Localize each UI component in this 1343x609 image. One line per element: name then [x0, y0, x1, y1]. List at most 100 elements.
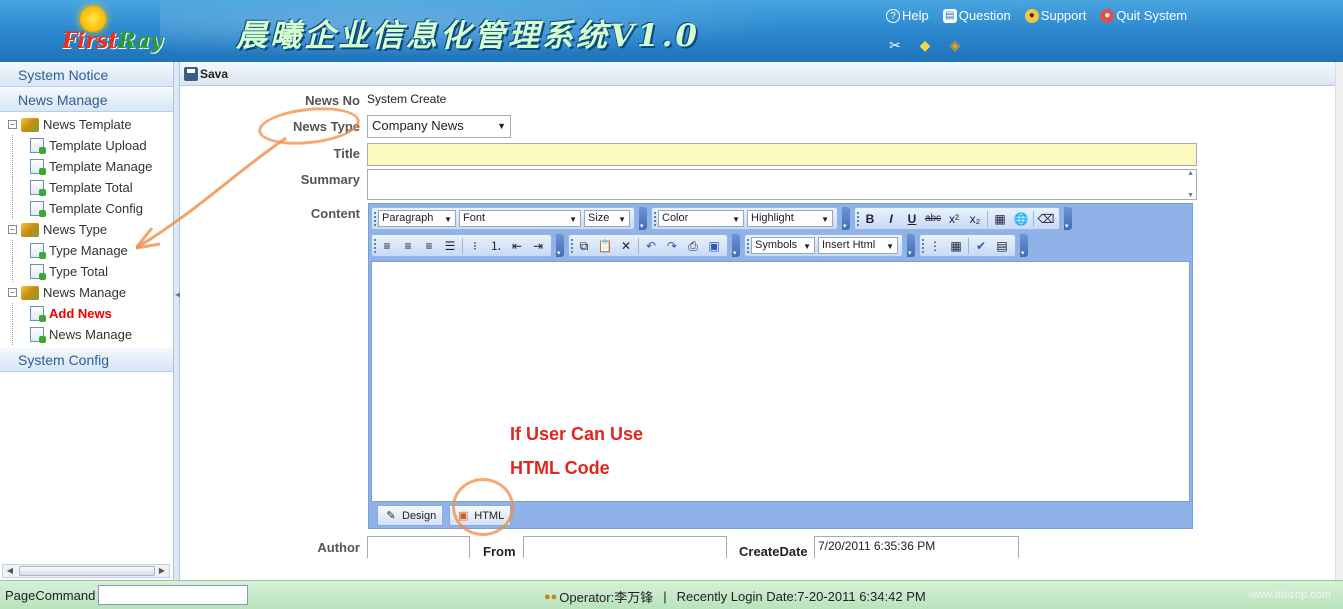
toolbar-overflow[interactable]	[732, 234, 740, 257]
pencil-icon: ✎	[386, 509, 396, 522]
palette-icon[interactable]: ◆	[916, 36, 934, 54]
align-center-icon[interactable]: ≡	[399, 237, 417, 255]
cut-icon[interactable]: ✕	[617, 237, 635, 255]
main-toolbar: Sava	[180, 62, 1343, 86]
editor-content-area[interactable]	[371, 261, 1190, 502]
numbered-list-icon[interactable]: ⒈	[487, 237, 505, 255]
italic-icon[interactable]: I	[882, 210, 900, 228]
watermark: www.ttbizop.com	[1248, 589, 1331, 601]
symbols-dropdown[interactable]: Symbols ▼	[751, 237, 815, 254]
summary-textarea[interactable]: ▲ ▼	[367, 169, 1197, 200]
scroll-left-icon[interactable]: ◀	[3, 565, 17, 577]
tree-node-news-manage[interactable]: − News Manage	[0, 282, 173, 303]
scroll-thumb[interactable]	[19, 566, 155, 576]
bold-icon[interactable]: B	[861, 210, 879, 228]
quit-link[interactable]: ● Quit System	[1100, 8, 1187, 23]
justify-icon[interactable]: ☰	[441, 237, 459, 255]
underline-icon[interactable]: U	[903, 210, 921, 228]
scroll-right-icon[interactable]: ▶	[155, 565, 169, 577]
annotation-circle-html	[452, 478, 514, 536]
news-no-label: News No	[305, 93, 360, 108]
outdent-icon[interactable]: ⇤	[508, 237, 526, 255]
collapse-icon[interactable]: −	[8, 225, 17, 234]
help-link[interactable]: ? Help	[886, 8, 929, 23]
table-icon[interactable]: ▦	[991, 210, 1009, 228]
strikethrough-icon[interactable]: abc	[924, 210, 942, 228]
align-right-icon[interactable]: ≡	[420, 237, 438, 255]
indent-icon[interactable]: ⇥	[529, 237, 547, 255]
toolbar-overflow[interactable]	[639, 207, 647, 230]
spellcheck-icon[interactable]: ✔	[972, 237, 990, 255]
insert-group: Symbols ▼ Insert Html ▼	[744, 234, 903, 257]
toolbar-overflow[interactable]	[556, 234, 564, 257]
books-icon	[21, 222, 39, 237]
toolbar-overflow[interactable]	[1020, 234, 1028, 257]
page-icon	[30, 306, 46, 322]
collapse-icon[interactable]: −	[8, 288, 17, 297]
tools-icon[interactable]: ✂	[886, 36, 904, 54]
editor-toolbar-row-1: Paragraph▼ Font▼ Size▼ Color▼ Highlight▼…	[369, 205, 1076, 232]
print-icon[interactable]: ⎙	[684, 237, 702, 255]
font-dropdown[interactable]: Font ▼	[459, 210, 581, 227]
page-icon	[30, 138, 46, 154]
tree-node-label: Template Upload	[49, 138, 147, 153]
color-group: Color ▼ Highlight ▼	[651, 207, 838, 230]
section-system-config[interactable]: System Config	[0, 347, 173, 372]
bullet-list-icon[interactable]: ⁝	[466, 237, 484, 255]
annotation-line-1: If User Can Use	[510, 424, 644, 444]
eraser-icon[interactable]: ⌫	[1037, 210, 1055, 228]
misc-group: ⋮ ▦ ✔ ▤	[919, 234, 1016, 257]
operator-text: Operator:李万锋	[559, 590, 654, 605]
tree-node-label: Type Total	[49, 264, 109, 279]
tree-node-label: Template Total	[49, 180, 133, 195]
redo-icon[interactable]: ↷	[663, 237, 681, 255]
grid-icon[interactable]: ▦	[947, 237, 965, 255]
size-dropdown[interactable]: Size ▼	[584, 210, 630, 227]
align-group: ≡ ≡ ≡ ☰ ⁝ ⒈ ⇤ ⇥	[371, 234, 552, 257]
author-label: Author	[317, 540, 360, 555]
paste-icon[interactable]: 📋	[596, 237, 614, 255]
page-icon	[30, 159, 46, 175]
save-button[interactable]: Sava	[184, 66, 228, 81]
from-input[interactable]	[523, 536, 727, 558]
section-system-notice[interactable]: System Notice	[0, 62, 173, 87]
scroll-down-icon[interactable]: ▼	[1187, 192, 1194, 199]
horizontal-rule-icon[interactable]: ⋮	[926, 237, 944, 255]
tree-node-add-news[interactable]: Add News	[0, 303, 173, 324]
createdate-input[interactable]: 7/20/2011 6:35:36 PM	[814, 536, 1019, 558]
preview-icon[interactable]: ▤	[993, 237, 1011, 255]
author-input[interactable]	[367, 536, 470, 558]
title-input[interactable]	[367, 143, 1197, 166]
style-group: B I U abc x² x₂ ▦ 🌐 ⌫	[854, 207, 1060, 230]
page-icon	[30, 180, 46, 196]
diamond-icon[interactable]: ◈	[946, 36, 964, 54]
tree-node-label: Template Config	[49, 201, 143, 216]
collapse-icon[interactable]: −	[8, 120, 17, 129]
tree-node-type-total[interactable]: Type Total	[0, 261, 173, 282]
toolbar-overflow[interactable]	[1064, 207, 1072, 230]
highlight-dropdown[interactable]: Highlight ▼	[747, 210, 833, 227]
tree-node-news-manage-item[interactable]: News Manage	[0, 324, 173, 345]
toolbar-overflow[interactable]	[842, 207, 850, 230]
copy-icon[interactable]: ⧉	[575, 237, 593, 255]
color-dropdown[interactable]: Color ▼	[658, 210, 744, 227]
section-news-manage[interactable]: News Manage	[0, 87, 173, 112]
status-info: ●● Operator:李万锋 | Recently Login Date:7-…	[544, 587, 926, 606]
page-icon	[30, 201, 46, 217]
link-icon[interactable]: 🌐	[1012, 210, 1030, 228]
tab-design[interactable]: ✎ Design	[377, 505, 444, 526]
main-vscrollbar[interactable]	[1335, 62, 1343, 580]
toolbar-overflow[interactable]	[907, 234, 915, 257]
insert-html-dropdown[interactable]: Insert Html ▼	[818, 237, 898, 254]
quit-icon: ●	[1100, 8, 1115, 23]
sidebar-hscrollbar[interactable]: ◀ ▶	[2, 564, 170, 578]
page-command-input[interactable]	[98, 585, 248, 605]
format-group: Paragraph ▼ Font ▼ Size ▼	[371, 207, 635, 230]
superscript-icon[interactable]: x²	[945, 210, 963, 228]
save-doc-icon[interactable]: ▣	[705, 237, 723, 255]
scroll-up-icon[interactable]: ▲	[1187, 170, 1194, 177]
question-link[interactable]: ▤ Question	[942, 8, 1011, 23]
subscript-icon[interactable]: x₂	[966, 210, 984, 228]
support-link[interactable]: ● Support	[1024, 8, 1086, 23]
undo-icon[interactable]: ↶	[642, 237, 660, 255]
